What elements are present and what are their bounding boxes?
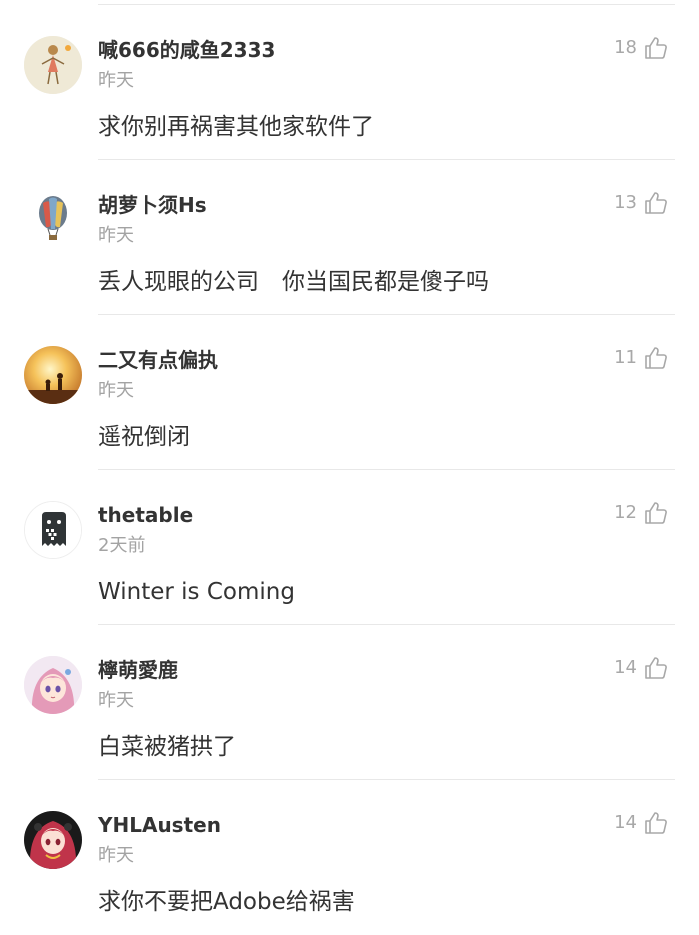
comment-text: 求你不要把Adobe给祸害 bbox=[98, 889, 355, 915]
thumbs-up-icon[interactable] bbox=[643, 500, 669, 526]
username[interactable]: 胡萝卜须Hs bbox=[98, 192, 207, 218]
timestamp: 2天前 bbox=[98, 535, 146, 556]
comment-item: thetable 2天前 Winter is Coming 12 bbox=[0, 470, 699, 625]
like-button[interactable]: 18 bbox=[614, 35, 669, 61]
comment-text: 丢人现眼的公司 你当国民都是傻子吗 bbox=[98, 269, 489, 295]
sunset-silhouette-avatar[interactable] bbox=[24, 346, 82, 404]
timestamp: 昨天 bbox=[98, 845, 134, 866]
sketch-figure-avatar[interactable] bbox=[24, 36, 82, 94]
like-button[interactable]: 13 bbox=[614, 190, 669, 216]
thumbs-up-icon[interactable] bbox=[643, 655, 669, 681]
like-count: 12 bbox=[614, 502, 637, 523]
anime-girl-dark-avatar[interactable] bbox=[24, 811, 82, 869]
timestamp: 昨天 bbox=[98, 380, 134, 401]
like-button[interactable]: 14 bbox=[614, 655, 669, 681]
username[interactable]: 喊666的咸鱼2333 bbox=[98, 37, 275, 63]
thumbs-up-icon[interactable] bbox=[643, 345, 669, 371]
username[interactable]: 二又有点偏执 bbox=[98, 347, 218, 373]
thumbs-up-icon[interactable] bbox=[643, 35, 669, 61]
comment-item: 二又有点偏执 昨天 遥祝倒闭 11 bbox=[0, 315, 699, 470]
hot-air-balloon-avatar[interactable] bbox=[24, 191, 82, 249]
comment-item: 檸萌愛鹿 昨天 白菜被猪拱了 14 bbox=[0, 625, 699, 780]
like-count: 11 bbox=[614, 347, 637, 368]
like-count: 14 bbox=[614, 812, 637, 833]
timestamp: 昨天 bbox=[98, 70, 134, 91]
comment-item: YHLAusten 昨天 求你不要把Adobe给祸害 14 bbox=[0, 780, 699, 935]
thumbs-up-icon[interactable] bbox=[643, 810, 669, 836]
anime-girl-avatar[interactable] bbox=[24, 656, 82, 714]
username[interactable]: 檸萌愛鹿 bbox=[98, 657, 178, 683]
comment-item: 胡萝卜须Hs 昨天 丢人现眼的公司 你当国民都是傻子吗 13 bbox=[0, 160, 699, 315]
comment-text: 求你别再祸害其他家软件了 bbox=[98, 114, 374, 140]
comment-text: 遥祝倒闭 bbox=[98, 424, 190, 450]
like-button[interactable]: 12 bbox=[614, 500, 669, 526]
username[interactable]: YHLAusten bbox=[98, 812, 221, 838]
like-count: 18 bbox=[614, 37, 637, 58]
like-button[interactable]: 14 bbox=[614, 810, 669, 836]
comment-text: Winter is Coming bbox=[98, 579, 295, 605]
like-count: 13 bbox=[614, 192, 637, 213]
ghost-icon-avatar[interactable] bbox=[24, 501, 82, 559]
timestamp: 昨天 bbox=[98, 225, 134, 246]
username[interactable]: thetable bbox=[98, 502, 193, 528]
comment-item: 喊666的咸鱼2333 昨天 求你别再祸害其他家软件了 18 bbox=[0, 5, 699, 160]
like-button[interactable]: 11 bbox=[614, 345, 669, 371]
comment-text: 白菜被猪拱了 bbox=[98, 734, 236, 760]
thumbs-up-icon[interactable] bbox=[643, 190, 669, 216]
timestamp: 昨天 bbox=[98, 690, 134, 711]
like-count: 14 bbox=[614, 657, 637, 678]
